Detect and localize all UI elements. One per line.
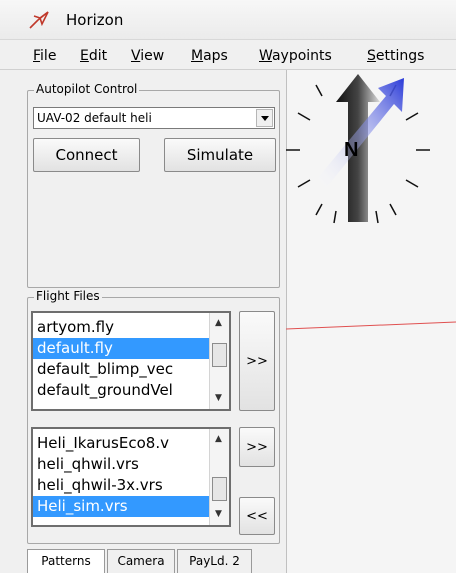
fly-file-item[interactable]: default_groundVel xyxy=(33,380,211,401)
menu-settings[interactable]: Settings xyxy=(367,48,424,64)
menu-view[interactable]: View xyxy=(131,48,164,64)
autopilot-group-label: Autopilot Control xyxy=(34,82,140,96)
scroll-down-icon[interactable]: ▼ xyxy=(215,510,222,519)
vrs-file-item[interactable]: Heli_IkarusEco8.v xyxy=(33,433,211,454)
vrs-file-item[interactable]: heli_qhwil-3x.vrs xyxy=(33,475,211,496)
fly-file-item[interactable]: default.fly xyxy=(33,338,211,359)
load-vrs-button[interactable]: >> xyxy=(239,427,275,467)
scroll-up-icon[interactable]: ▲ xyxy=(215,319,222,328)
compass-tick-sse xyxy=(389,203,397,216)
menu-settings-mnemonic: S xyxy=(367,48,376,64)
autopilot-config-select[interactable]: UAV-02 default heli xyxy=(33,107,275,129)
menu-waypoints-mnemonic: W xyxy=(259,48,272,64)
compass-tick-s2 xyxy=(375,210,379,224)
unload-vrs-button[interactable]: << xyxy=(239,497,275,535)
menu-edit-rest: dit xyxy=(88,48,108,64)
menu-edit-mnemonic: E xyxy=(80,48,89,64)
load-fly-button[interactable]: >> xyxy=(239,311,275,411)
scroll-down-icon[interactable]: ▼ xyxy=(215,394,222,403)
vrs-list-scroll-thumb[interactable] xyxy=(212,477,227,501)
route-line xyxy=(286,321,456,330)
vrs-file-item[interactable]: Heli_sim.vrs xyxy=(33,496,211,517)
combo-dropdown-button[interactable] xyxy=(256,109,273,127)
compass-tick-ese xyxy=(405,179,419,188)
autopilot-config-value: UAV-02 default heli xyxy=(37,111,152,125)
compass-tick-s1 xyxy=(333,210,337,224)
compass-tick-nnw xyxy=(315,84,323,97)
menu-file-rest: ile xyxy=(40,48,57,64)
menu-maps-rest: aps xyxy=(203,48,228,64)
flight-files-group-label: Flight Files xyxy=(34,289,102,303)
simulate-button[interactable]: Simulate xyxy=(164,138,276,172)
fly-file-list[interactable]: artyom.fly default.fly default_blimp_vec de… xyxy=(31,311,231,411)
tab-camera[interactable]: Camera xyxy=(107,549,175,573)
compass-overlay: N xyxy=(286,74,456,330)
menu-file[interactable]: File xyxy=(33,48,56,64)
vrs-file-list[interactable]: Heli_IkarusEco8.v heli_qhwil.vrs heli_qhwi… xyxy=(31,427,231,527)
menu-edit[interactable]: Edit xyxy=(80,48,107,64)
menu-bar: File Edit View Maps Waypoints Settings xyxy=(0,40,456,70)
menu-waypoints[interactable]: Waypoints xyxy=(259,48,332,64)
vrs-list-scrollbar[interactable]: ▲ ▼ xyxy=(209,429,229,525)
window-title: Horizon xyxy=(66,11,124,29)
fly-file-items: artyom.fly default.fly default_blimp_vec de… xyxy=(33,313,211,401)
vrs-file-items: Heli_IkarusEco8.v heli_qhwil.vrs heli_qhwi… xyxy=(33,429,211,517)
horizon-app-icon xyxy=(29,11,49,29)
vrs-file-item[interactable]: heli_qhwil.vrs xyxy=(33,454,211,475)
connect-button[interactable]: Connect xyxy=(33,138,140,172)
map-view[interactable]: N xyxy=(286,70,456,573)
fly-file-item[interactable]: artyom.fly xyxy=(33,317,211,338)
scroll-up-icon[interactable]: ▲ xyxy=(215,435,222,444)
fly-list-scroll-thumb[interactable] xyxy=(212,343,227,367)
menu-view-rest: iew xyxy=(140,48,165,64)
compass-tick-wnw xyxy=(297,112,311,121)
compass-tick-ssw xyxy=(315,203,323,216)
chevron-down-icon xyxy=(261,116,269,121)
compass-tick-ene xyxy=(405,112,419,121)
menu-file-mnemonic: F xyxy=(33,48,41,64)
menu-maps-mnemonic: M xyxy=(191,48,204,64)
fly-file-item[interactable]: default_blimp_vec xyxy=(33,359,211,380)
tab-patterns[interactable]: Patterns xyxy=(27,549,105,573)
menu-maps[interactable]: Maps xyxy=(191,48,228,64)
title-bar[interactable]: Horizon xyxy=(0,0,456,40)
tab-payld-2[interactable]: PayLd. 2 xyxy=(177,549,252,573)
menu-waypoints-rest: aypoints xyxy=(271,48,332,64)
menu-view-mnemonic: V xyxy=(131,48,141,64)
compass-tick-wsw xyxy=(297,179,311,188)
menu-settings-rest: ettings xyxy=(375,48,425,64)
compass-north-label: N xyxy=(344,139,358,161)
fly-list-scrollbar[interactable]: ▲ ▼ xyxy=(209,313,229,409)
